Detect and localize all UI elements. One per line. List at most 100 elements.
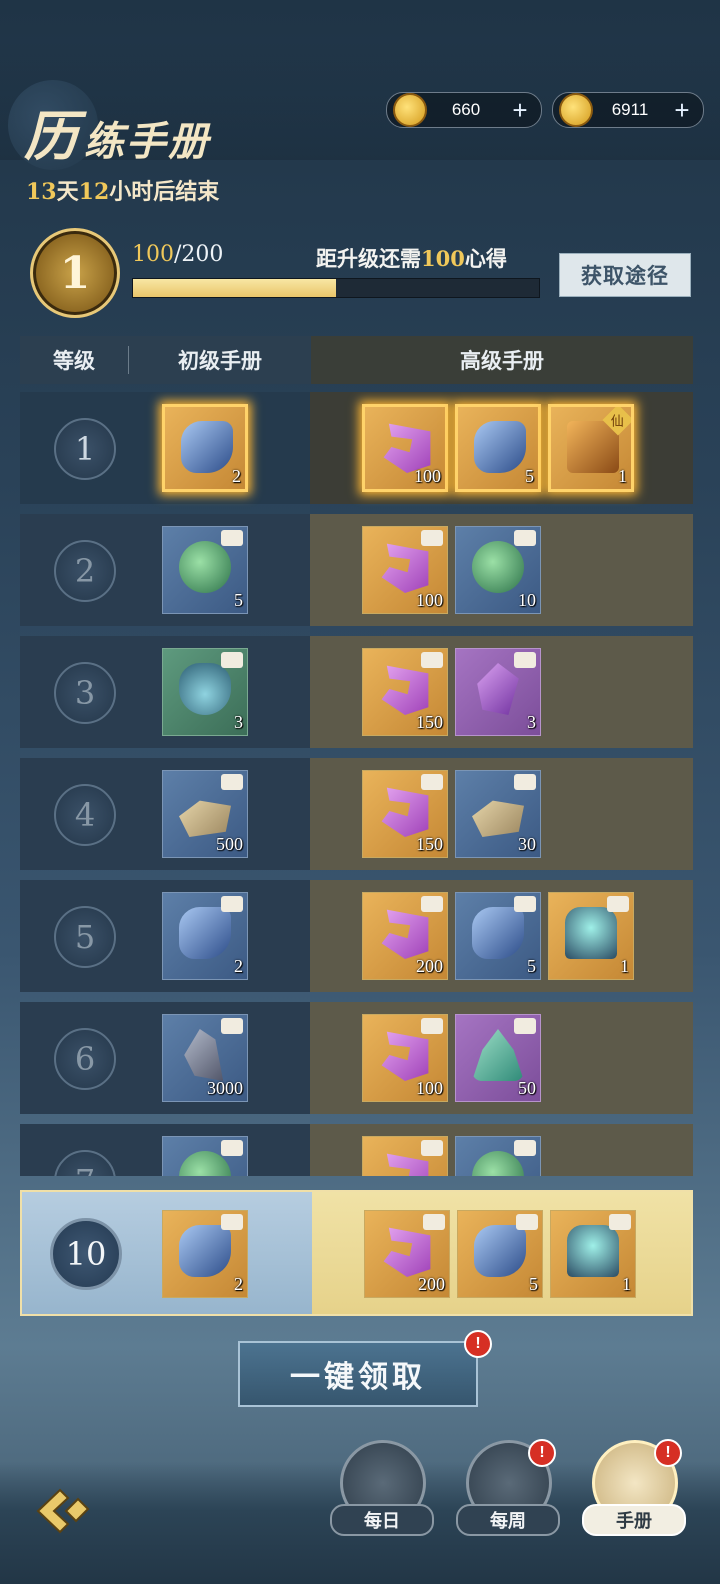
reward-item[interactable]: 1 <box>548 892 634 980</box>
item-count: 1 <box>622 1274 631 1294</box>
mecha-icon <box>179 800 231 837</box>
reward-item[interactable]: 5 <box>455 892 541 980</box>
advanced-cell: 100 50 <box>310 1002 693 1114</box>
reward-item[interactable]: 5 <box>455 404 541 492</box>
item-count: 3000 <box>207 1078 243 1098</box>
reward-item[interactable]: 2 <box>162 404 248 492</box>
reward-item[interactable]: 5 <box>457 1210 543 1298</box>
item-count: 2 <box>234 956 243 976</box>
lock-tag-icon <box>421 774 443 790</box>
header-advanced: 高级手册 <box>311 336 693 384</box>
back-arrow-icon <box>36 1488 90 1534</box>
xp-text: 100/200 <box>132 242 224 267</box>
lock-tag-icon <box>421 530 443 546</box>
orb-book-icon <box>567 1225 619 1277</box>
reward-item[interactable]: 2 <box>162 1210 248 1298</box>
item-count: 500 <box>216 834 243 854</box>
level-circle: 1 <box>54 418 116 480</box>
grey-shard-icon <box>184 1029 224 1081</box>
manual-alert-badge: ! <box>654 1439 682 1467</box>
item-count: 2 <box>232 466 241 486</box>
item-count: 1 <box>620 956 629 976</box>
basic-cell: 4 500 <box>20 758 310 870</box>
reward-item[interactable]: 100 <box>362 1014 448 1102</box>
purple-sigil-icon <box>381 909 429 959</box>
reward-item[interactable]: 100 <box>362 404 448 492</box>
reward-item[interactable]: 100 <box>362 526 448 614</box>
reward-item[interactable]: 500 <box>162 770 248 858</box>
reward-item[interactable]: 3 <box>455 648 541 736</box>
lock-tag-icon <box>421 1018 443 1034</box>
lock-tag-icon <box>607 896 629 912</box>
tab-daily[interactable]: 每日 <box>330 1440 434 1540</box>
lock-tag-icon <box>609 1214 631 1230</box>
reward-item[interactable]: 1 <box>550 1210 636 1298</box>
purple-sigil-icon <box>381 665 429 715</box>
reward-item[interactable]: 仙1 <box>548 404 634 492</box>
item-count: 1 <box>618 466 627 486</box>
table-row: 2 5 100 10 <box>20 514 693 626</box>
level-circle: 3 <box>54 662 116 724</box>
header-level: 等级 <box>20 346 129 374</box>
item-count: 50 <box>518 1078 536 1098</box>
table-header: 等级 初级手册 高级手册 <box>20 336 693 384</box>
scroll-icon <box>181 421 233 473</box>
reward-item[interactable]: 2 <box>162 892 248 980</box>
lock-tag-icon <box>421 652 443 668</box>
reward-item[interactable] <box>455 1136 541 1176</box>
item-count: 150 <box>416 834 443 854</box>
header-basic: 初级手册 <box>178 348 262 373</box>
level-circle: 7 <box>54 1150 116 1176</box>
basic-cell: 6 3000 <box>20 1002 310 1114</box>
basic-cell: 33 <box>20 636 310 748</box>
get-route-button[interactable]: 获取途径 <box>559 253 691 297</box>
level-circle: 4 <box>54 784 116 846</box>
reward-item[interactable]: 30 <box>455 770 541 858</box>
reward-item[interactable]: 200 <box>364 1210 450 1298</box>
advanced-cell: 200 5 1 <box>310 880 693 992</box>
lock-tag-icon <box>221 1018 243 1034</box>
reward-item[interactable]: 3 <box>162 648 248 736</box>
reward-item[interactable]: 10 <box>455 526 541 614</box>
reward-item[interactable]: 5 <box>162 526 248 614</box>
reward-item[interactable]: 200 <box>362 892 448 980</box>
item-count: 150 <box>416 712 443 732</box>
basic-cell: 12 <box>20 392 310 504</box>
lock-tag-icon <box>516 1214 538 1230</box>
scroll-icon <box>179 907 231 959</box>
add-gold-button[interactable]: + <box>505 95 535 126</box>
reward-item[interactable]: 3000 <box>162 1014 248 1102</box>
add-ingot-button[interactable]: + <box>667 95 697 126</box>
lock-tag-icon <box>221 1214 243 1230</box>
reward-item[interactable]: 50 <box>455 1014 541 1102</box>
table-row: 4 500 150 30 <box>20 758 693 870</box>
lock-tag-icon <box>421 1140 443 1156</box>
reward-item[interactable]: 150 <box>362 770 448 858</box>
lock-tag-icon <box>221 1140 243 1156</box>
lock-tag-icon <box>514 896 536 912</box>
event-timer: 13天12小时后结束 <box>26 179 220 205</box>
basic-cell: 25 <box>20 514 310 626</box>
purple-sigil-icon <box>381 787 429 837</box>
claim-alert-badge: ! <box>464 1330 492 1358</box>
level-circle: 5 <box>54 906 116 968</box>
scroll-icon <box>474 421 526 473</box>
gold-coin-icon <box>393 93 427 127</box>
table-row: 7 <box>20 1124 693 1176</box>
item-count: 10 <box>518 590 536 610</box>
claim-all-button[interactable]: 一键领取 <box>238 1341 478 1407</box>
reward-item[interactable] <box>362 1136 448 1176</box>
lock-tag-icon <box>221 530 243 546</box>
scroll-icon <box>472 907 524 959</box>
reward-item[interactable]: 150 <box>362 648 448 736</box>
reward-item[interactable] <box>162 1136 248 1176</box>
page-title: 历练手册 <box>24 104 210 168</box>
back-button[interactable] <box>30 1478 96 1544</box>
weekly-alert-badge: ! <box>528 1439 556 1467</box>
reward-list[interactable]: 1 2 100 5 仙 1 2 5 100 10 3 3 150 3 4 500 150 30 5 2 200 5 1 6 30… <box>0 392 720 1176</box>
purple-sigil-icon <box>381 543 429 593</box>
lock-tag-icon <box>514 1018 536 1034</box>
level-badge: 1 <box>30 228 120 318</box>
level-circle: 2 <box>54 540 116 602</box>
lock-tag-icon <box>514 652 536 668</box>
